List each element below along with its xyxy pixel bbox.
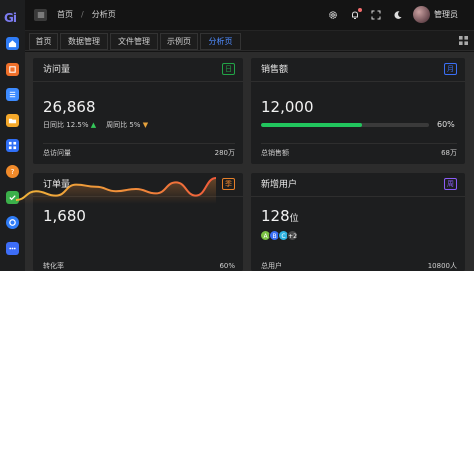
card-footer: 总访问量 280万	[43, 143, 235, 161]
app-shell: Gi ? 首页 / 分析页 管理员 首页 数据管理 文件管理 示例页 分析页 访…	[0, 0, 474, 271]
folder-icon	[8, 118, 17, 123]
sidebar-item-more-icon[interactable]	[6, 241, 19, 255]
card-title: 访问量	[43, 65, 71, 75]
user-avatar-group: A B C +2	[260, 230, 320, 242]
tabs-grid-icon[interactable]	[459, 36, 468, 45]
tab-data-management[interactable]: 数据管理	[60, 33, 108, 50]
notification-dot	[358, 8, 362, 12]
svg-text:?: ?	[11, 167, 15, 176]
week-compare-label: 周同比	[106, 121, 128, 129]
logo-text: Gi	[4, 11, 17, 25]
user-mini-avatar[interactable]: +2	[287, 230, 298, 241]
progress-percent: 60%	[437, 120, 455, 129]
new-users-card: 新增用户 周 128位 A B C +2 总用户 10800人	[251, 173, 465, 271]
period-tag: 周	[444, 178, 457, 190]
day-compare-value: 12.5%	[66, 121, 89, 129]
top-header: 首页 / 分析页 管理员	[25, 0, 474, 31]
sales-card: 销售额 月 12,000 60% 总销售额 68万	[251, 58, 465, 164]
home-icon	[8, 40, 17, 48]
card-footer: 转化率 60%	[43, 259, 235, 271]
sidebar-item-list-icon[interactable]	[6, 88, 19, 102]
fullscreen-icon[interactable]	[370, 9, 382, 21]
sidebar: Gi ?	[0, 0, 25, 271]
foot-value: 280万	[214, 149, 235, 157]
period-tag: 日	[222, 63, 235, 75]
trend-down-icon: ▼	[142, 121, 149, 129]
settings-icon	[9, 219, 16, 227]
tab-example[interactable]: 示例页	[160, 33, 198, 50]
apps-icon	[8, 142, 17, 150]
card-title: 销售额	[261, 65, 289, 75]
foot-value: 68万	[441, 149, 457, 157]
breadcrumb-home[interactable]: 首页	[57, 9, 73, 21]
foot-value: 60%	[219, 262, 235, 270]
dashboard-content: 访问量 日 26,868 日同比 12.5% ▲ 周同比 5% ▼ 总访问量 2…	[25, 52, 474, 271]
sales-value: 12,000	[261, 98, 314, 116]
week-compare-value: 5%	[129, 121, 141, 129]
app-logo[interactable]: Gi	[4, 7, 21, 25]
sales-progress-bar	[261, 123, 429, 127]
visits-compare: 日同比 12.5% ▲ 周同比 5% ▼	[43, 121, 148, 130]
card-header: 销售额 月	[251, 58, 465, 82]
orders-value: 1,680	[43, 207, 86, 225]
user-name[interactable]: 管理员	[434, 9, 458, 21]
breadcrumb-current: 分析页	[91, 10, 116, 19]
more-icon	[9, 247, 16, 250]
users-count: 128	[261, 207, 290, 225]
foot-label: 总销售额	[261, 149, 289, 157]
grid-icon	[9, 65, 16, 73]
users-value: 128位	[261, 207, 299, 228]
foot-label: 总访问量	[43, 149, 71, 157]
settings-icon[interactable]	[327, 9, 339, 21]
page-tabs: 首页 数据管理 文件管理 示例页 分析页	[25, 31, 474, 51]
card-header: 访问量 日	[33, 58, 243, 82]
progress-fill	[261, 123, 362, 127]
orders-trend-chart	[16, 177, 216, 204]
tab-file-management[interactable]: 文件管理	[110, 33, 158, 50]
day-compare-label: 日同比	[43, 121, 64, 129]
notification-bell-icon[interactable]	[349, 8, 362, 21]
sidebar-item-grid-icon[interactable]	[6, 62, 19, 76]
sidebar-item-folder-icon[interactable]	[6, 113, 19, 127]
card-footer: 总用户 10800人	[261, 259, 457, 271]
period-tag: 季	[222, 178, 235, 190]
users-unit: 位	[289, 214, 299, 224]
menu-toggle-icon[interactable]	[34, 9, 47, 21]
foot-label: 转化率	[43, 262, 64, 270]
period-tag: 月	[444, 63, 457, 75]
list-icon	[9, 91, 16, 98]
sidebar-item-apps-icon[interactable]	[6, 139, 19, 153]
foot-label: 总用户	[261, 262, 282, 270]
foot-value: 10800人	[427, 262, 457, 270]
dark-mode-moon-icon[interactable]	[392, 9, 404, 21]
sidebar-item-settings-icon[interactable]	[6, 216, 19, 230]
tab-analysis[interactable]: 分析页	[200, 33, 241, 50]
breadcrumb-separator: /	[81, 10, 84, 19]
visits-value: 26,868	[43, 98, 96, 116]
sidebar-item-home-icon[interactable]	[6, 37, 19, 50]
breadcrumb: 首页 / 分析页	[57, 9, 116, 21]
card-footer: 总销售额 68万	[261, 143, 457, 161]
blank-area	[0, 271, 474, 466]
trend-up-icon: ▲	[90, 121, 97, 129]
tab-home[interactable]: 首页	[29, 33, 58, 50]
card-title: 新增用户	[261, 180, 298, 190]
visits-card: 访问量 日 26,868 日同比 12.5% ▲ 周同比 5% ▼ 总访问量 2…	[33, 58, 243, 164]
user-avatar[interactable]	[413, 6, 430, 23]
card-header: 新增用户 周	[251, 173, 465, 197]
